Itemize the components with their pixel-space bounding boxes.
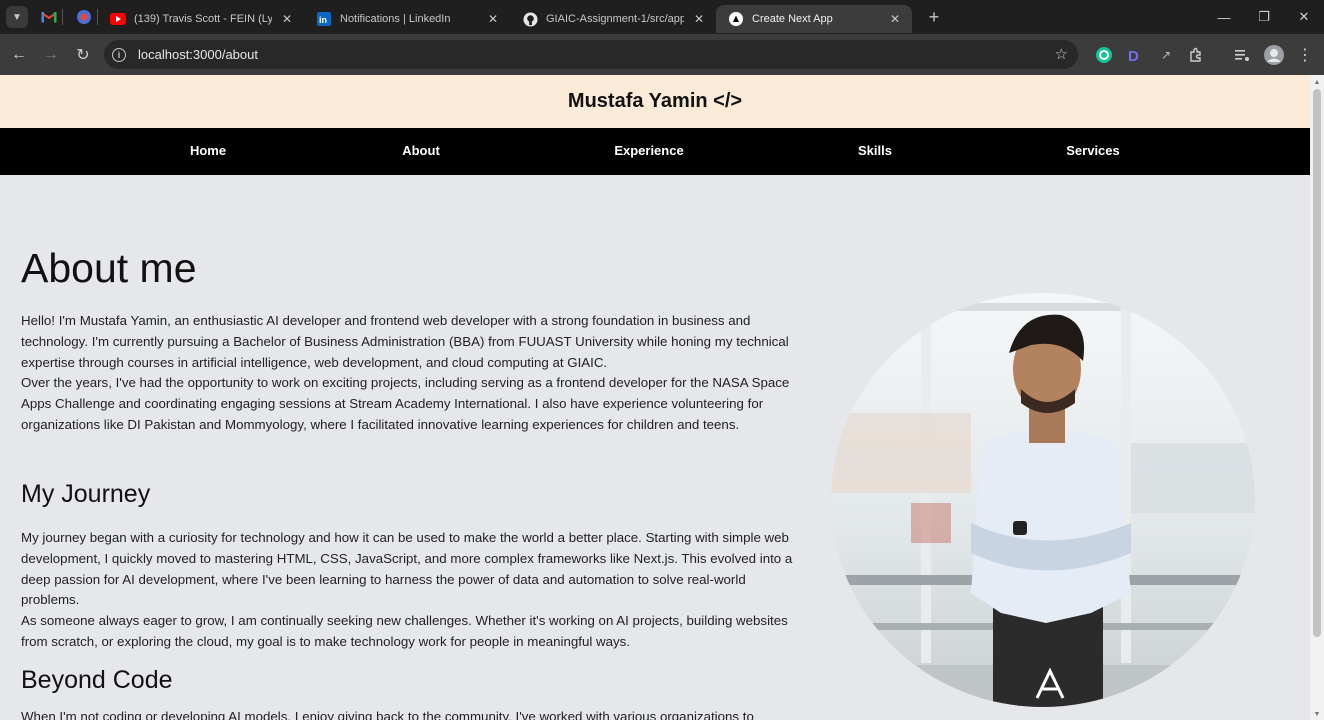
nav-home[interactable]: Home — [190, 143, 226, 158]
tab-title: GIAIC-Assignment-1/src/app at — [546, 13, 684, 25]
minimize-icon[interactable]: — — [1204, 0, 1244, 34]
app-icon — [77, 10, 91, 24]
close-tab-icon[interactable]: ✕ — [888, 12, 902, 26]
scroll-up-icon[interactable]: ▲ — [1313, 79, 1321, 86]
site-info-icon[interactable]: i — [112, 47, 126, 62]
linkedin-icon: in — [316, 11, 332, 27]
bookmark-star-icon[interactable]: ☆ — [1055, 45, 1068, 63]
nav-experience[interactable]: Experience — [614, 143, 683, 158]
site-brand[interactable]: Mustafa Yamin </> — [568, 90, 742, 113]
github-icon — [522, 11, 538, 27]
tab-search-icon[interactable]: ▼ — [6, 6, 28, 28]
grammarly-icon[interactable] — [1092, 43, 1116, 67]
page-viewport: Mustafa Yamin </> Home About Experience … — [0, 75, 1310, 720]
tab-title: Create Next App — [752, 13, 833, 25]
close-tab-icon[interactable]: ✕ — [280, 12, 294, 26]
browser-toolbar: ← → ↻ i localhost:3000/about ☆ D ↗ ⋮ — [0, 34, 1324, 75]
nav-services[interactable]: Services — [1066, 143, 1120, 158]
intro-paragraph-1: Hello! I'm Mustafa Yamin, an enthusiasti… — [21, 313, 789, 370]
journey-heading: My Journey — [21, 480, 151, 508]
back-arrow-icon[interactable]: ← — [4, 40, 34, 70]
tab-create-next-app[interactable]: Create Next App ✕ — [716, 5, 912, 33]
svg-text:in: in — [319, 15, 327, 25]
beyond-code-paragraph: When I'm not coding or developing AI mod… — [21, 709, 754, 720]
gmail-pinned-tab[interactable] — [36, 4, 62, 30]
profile-photo — [831, 293, 1255, 707]
dashlane-icon[interactable]: D — [1122, 43, 1146, 67]
tab-title: (139) Travis Scott - FEIN (Lyrics) — [134, 13, 272, 25]
journey-paragraph-2: As someone always eager to grow, I am co… — [21, 613, 788, 649]
intro-paragraph-2: Over the years, I've had the opportunity… — [21, 375, 790, 432]
nav-about[interactable]: About — [402, 143, 440, 158]
nextjs-icon — [728, 11, 744, 27]
tab-github[interactable]: GIAIC-Assignment-1/src/app at ✕ — [510, 5, 716, 33]
kebab-menu-icon[interactable]: ⋮ — [1293, 43, 1317, 67]
reload-icon[interactable]: ↻ — [68, 40, 98, 70]
scroll-down-icon[interactable]: ▼ — [1313, 711, 1321, 718]
forward-arrow-icon[interactable]: → — [36, 40, 66, 70]
close-window-icon[interactable]: ✕ — [1284, 0, 1324, 34]
pinned-tab-2[interactable] — [71, 4, 97, 30]
youtube-icon — [110, 11, 126, 27]
journey-paragraph-1: My journey began with a curiosity for te… — [21, 530, 793, 608]
beyond-code-heading: Beyond Code — [21, 666, 173, 694]
tab-linkedin[interactable]: in Notifications | LinkedIn ✕ — [304, 5, 510, 33]
address-bar[interactable]: i localhost:3000/about ☆ — [104, 40, 1078, 69]
page-scrollbar[interactable]: ▲ ▼ — [1310, 75, 1324, 720]
window-controls: — ❐ ✕ — [1204, 0, 1324, 34]
svg-text:D: D — [1128, 48, 1139, 63]
nav-skills[interactable]: Skills — [858, 143, 892, 158]
close-tab-icon[interactable]: ✕ — [486, 12, 500, 26]
media-controls-icon[interactable] — [1230, 43, 1254, 67]
tab-strip: ▼ (139) Travis Scott - FEIN (Lyrics) ✕ — [0, 0, 1324, 34]
scrollbar-thumb[interactable] — [1313, 89, 1321, 637]
gmail-icon — [41, 12, 57, 23]
url-text[interactable]: localhost:3000/about — [138, 47, 258, 62]
profile-avatar-icon[interactable] — [1262, 43, 1286, 67]
site-header: Mustafa Yamin </> — [0, 75, 1310, 128]
extensions-puzzle-icon[interactable] — [1184, 43, 1208, 67]
pen-icon[interactable]: ↗ — [1154, 43, 1178, 67]
tab-youtube[interactable]: (139) Travis Scott - FEIN (Lyrics) ✕ — [98, 5, 304, 33]
tab-title: Notifications | LinkedIn — [340, 13, 451, 25]
site-nav: Home About Experience Skills Services — [0, 128, 1310, 175]
restore-icon[interactable]: ❐ — [1244, 0, 1284, 34]
close-tab-icon[interactable]: ✕ — [692, 12, 706, 26]
new-tab-icon[interactable]: + — [924, 7, 944, 28]
page-title: About me — [21, 245, 197, 291]
tab-separator — [62, 9, 63, 25]
browser-window: ▼ (139) Travis Scott - FEIN (Lyrics) ✕ — [0, 0, 1324, 720]
